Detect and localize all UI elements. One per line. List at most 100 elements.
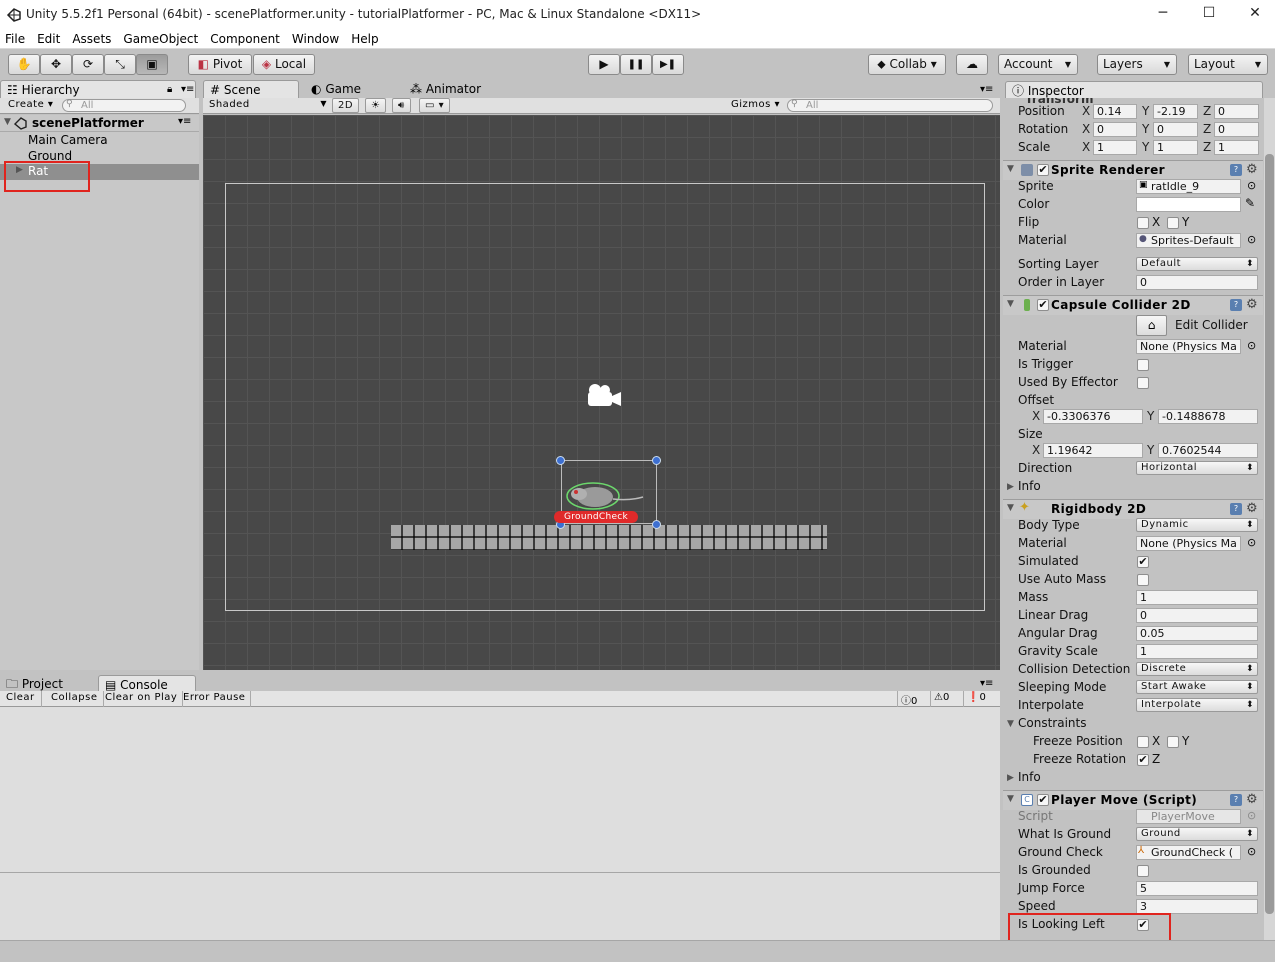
tab-game[interactable]: ◐ Game [305, 80, 395, 98]
hierarchy-item-main-camera[interactable]: Main Camera [28, 133, 108, 148]
rigidbody-material-field[interactable]: None (Physics Ma [1136, 536, 1241, 551]
freeze-position-x-checkbox[interactable] [1137, 736, 1149, 748]
position-x-field[interactable]: 0.14 [1093, 104, 1137, 119]
rat-sprite-icon[interactable] [565, 477, 647, 515]
clear-on-play-button[interactable]: Clear on Play [100, 691, 184, 707]
hierarchy-search-input[interactable]: All [62, 99, 186, 112]
object-picker-icon[interactable]: ⊙ [1247, 339, 1256, 352]
console-divider[interactable] [0, 872, 1000, 873]
object-picker-icon[interactable]: ⊙ [1247, 233, 1256, 246]
audio-toggle[interactable]: 🔊︎ [392, 98, 411, 113]
collapse-icon[interactable]: ▼ [1007, 719, 1014, 729]
menu-assets[interactable]: Assets [67, 30, 118, 46]
collision-detection-dropdown[interactable]: Discrete ⬍ [1136, 662, 1258, 676]
rotation-z-field[interactable]: 0 [1214, 122, 1259, 137]
jump-force-field[interactable]: 5 [1136, 881, 1258, 896]
scene-search-input[interactable]: All [787, 99, 993, 112]
scene-view[interactable]: GroundCheck [203, 115, 1000, 670]
order-in-layer-field[interactable]: 0 [1136, 275, 1258, 290]
sleeping-mode-dropdown[interactable]: Start Awake ⬍ [1136, 680, 1258, 694]
step-button[interactable]: ▶❚ [652, 54, 684, 75]
collapse-icon[interactable]: ▼ [1007, 299, 1014, 309]
capsule-collider-header[interactable]: ▼ ✔ Capsule Collider 2D ? ⚙ [1003, 295, 1263, 315]
rotate-tool-button[interactable]: ⟳ [72, 54, 104, 75]
minimize-button[interactable]: ─ [1140, 2, 1186, 26]
hand-tool-button[interactable]: ✋ [8, 54, 40, 75]
local-button[interactable]: ◈ Local [253, 54, 315, 75]
corner-handle[interactable] [556, 456, 565, 465]
move-tool-button[interactable]: ✥ [40, 54, 72, 75]
speed-field[interactable]: 3 [1136, 899, 1258, 914]
error-pause-button[interactable]: Error Pause [178, 691, 252, 707]
position-z-field[interactable]: 0 [1214, 104, 1259, 119]
tab-hierarchy[interactable]: ☷ Hierarchy 🔒︎ ▾≡ [0, 80, 196, 98]
ground-check-label[interactable]: GroundCheck [554, 511, 638, 523]
rigidbody-header[interactable]: ▼ ✦ Rigidbody 2D ? ⚙ [1003, 499, 1263, 519]
sprite-renderer-enabled-checkbox[interactable]: ✔ [1037, 164, 1049, 176]
direction-dropdown[interactable]: Horizontal ⬍ [1136, 461, 1258, 475]
warning-filter-button[interactable]: ⚠0 [930, 691, 952, 707]
scene-menu-icon[interactable]: ▾≡ [178, 116, 191, 127]
menu-help[interactable]: Help [346, 30, 385, 46]
expand-icon[interactable]: ▶ [1007, 773, 1014, 783]
object-picker-icon[interactable]: ⊙ [1247, 179, 1256, 192]
menu-window[interactable]: Window [287, 30, 346, 46]
panel-menu-icon[interactable]: ▾≡ [980, 84, 993, 95]
offset-y-field[interactable]: -0.1488678 [1158, 409, 1258, 424]
pause-button[interactable]: ❚❚ [620, 54, 652, 75]
lighting-toggle[interactable]: ☀ [365, 98, 387, 113]
pivot-button[interactable]: ◧ Pivot [188, 54, 252, 75]
object-picker-icon[interactable]: ⊙ [1247, 845, 1256, 858]
gear-icon[interactable]: ⚙ [1246, 501, 1258, 516]
simulated-checkbox[interactable]: ✔ [1137, 556, 1149, 568]
close-button[interactable]: ✕ [1232, 2, 1275, 26]
play-button[interactable]: ▶ [588, 54, 620, 75]
menu-component[interactable]: Component [205, 30, 287, 46]
is-grounded-checkbox[interactable] [1137, 865, 1149, 877]
tab-scene[interactable]: # Scene [203, 80, 299, 98]
used-by-effector-checkbox[interactable] [1137, 377, 1149, 389]
scale-z-field[interactable]: 1 [1214, 140, 1259, 155]
use-auto-mass-checkbox[interactable] [1137, 574, 1149, 586]
constraints-label[interactable]: Constraints [1018, 716, 1086, 731]
ground-tiles[interactable] [391, 525, 827, 550]
account-dropdown[interactable]: Account ▼ [998, 54, 1078, 75]
lock-icon[interactable]: 🔒︎ [167, 81, 172, 99]
panel-menu-icon[interactable]: ▾≡ [980, 678, 993, 689]
effects-dropdown[interactable]: ▭ ▾ [419, 98, 451, 113]
log-filter-button[interactable]: ⓘ0 [897, 691, 920, 707]
scale-y-field[interactable]: 1 [1153, 140, 1198, 155]
ground-check-field[interactable]: GroundCheck ( [1136, 845, 1241, 860]
camera-gizmo-icon[interactable] [585, 382, 625, 412]
scene-header[interactable]: ▼ scenePlatformer ▾≡ [0, 116, 199, 132]
corner-handle[interactable] [652, 520, 661, 529]
collapse-icon[interactable]: ▼ [1007, 503, 1014, 513]
scale-x-field[interactable]: 1 [1093, 140, 1137, 155]
interpolate-dropdown[interactable]: Interpolate ⬍ [1136, 698, 1258, 712]
angular-drag-field[interactable]: 0.05 [1136, 626, 1258, 641]
layers-dropdown[interactable]: Layers ▼ [1097, 54, 1177, 75]
rotation-y-field[interactable]: 0 [1153, 122, 1198, 137]
position-y-field[interactable]: -2.19 [1153, 104, 1198, 119]
collab-button[interactable]: ⬥ Collab ▾ [868, 54, 946, 75]
scale-tool-button[interactable]: ⤡ [104, 54, 136, 75]
freeze-position-y-checkbox[interactable] [1167, 736, 1179, 748]
expand-icon[interactable]: ▼ [4, 117, 11, 127]
offset-x-field[interactable]: -0.3306376 [1043, 409, 1143, 424]
player-move-header[interactable]: ▼ C ✔ Player Move (Script) ? ⚙ [1003, 790, 1263, 810]
console-collapse-button[interactable]: Collapse [46, 691, 104, 707]
menu-gameobject[interactable]: GameObject [118, 30, 205, 46]
layout-dropdown[interactable]: Layout ▼ [1188, 54, 1268, 75]
corner-handle[interactable] [652, 456, 661, 465]
help-icon[interactable]: ? [1230, 164, 1242, 176]
sprite-renderer-header[interactable]: ▼ ✔ Sprite Renderer ? ⚙ [1003, 160, 1263, 180]
menu-file[interactable]: File [0, 30, 32, 46]
size-y-field[interactable]: 0.7602544 [1158, 443, 1258, 458]
menu-edit[interactable]: Edit [32, 30, 67, 46]
maximize-button[interactable]: ☐ [1186, 2, 1232, 26]
flip-x-checkbox[interactable] [1137, 217, 1149, 229]
collapse-icon[interactable]: ▼ [1007, 164, 1014, 174]
help-icon[interactable]: ? [1230, 299, 1242, 311]
tab-animator[interactable]: ⁂ Animator [404, 80, 504, 98]
eyedropper-icon[interactable]: ✎ [1245, 196, 1255, 210]
